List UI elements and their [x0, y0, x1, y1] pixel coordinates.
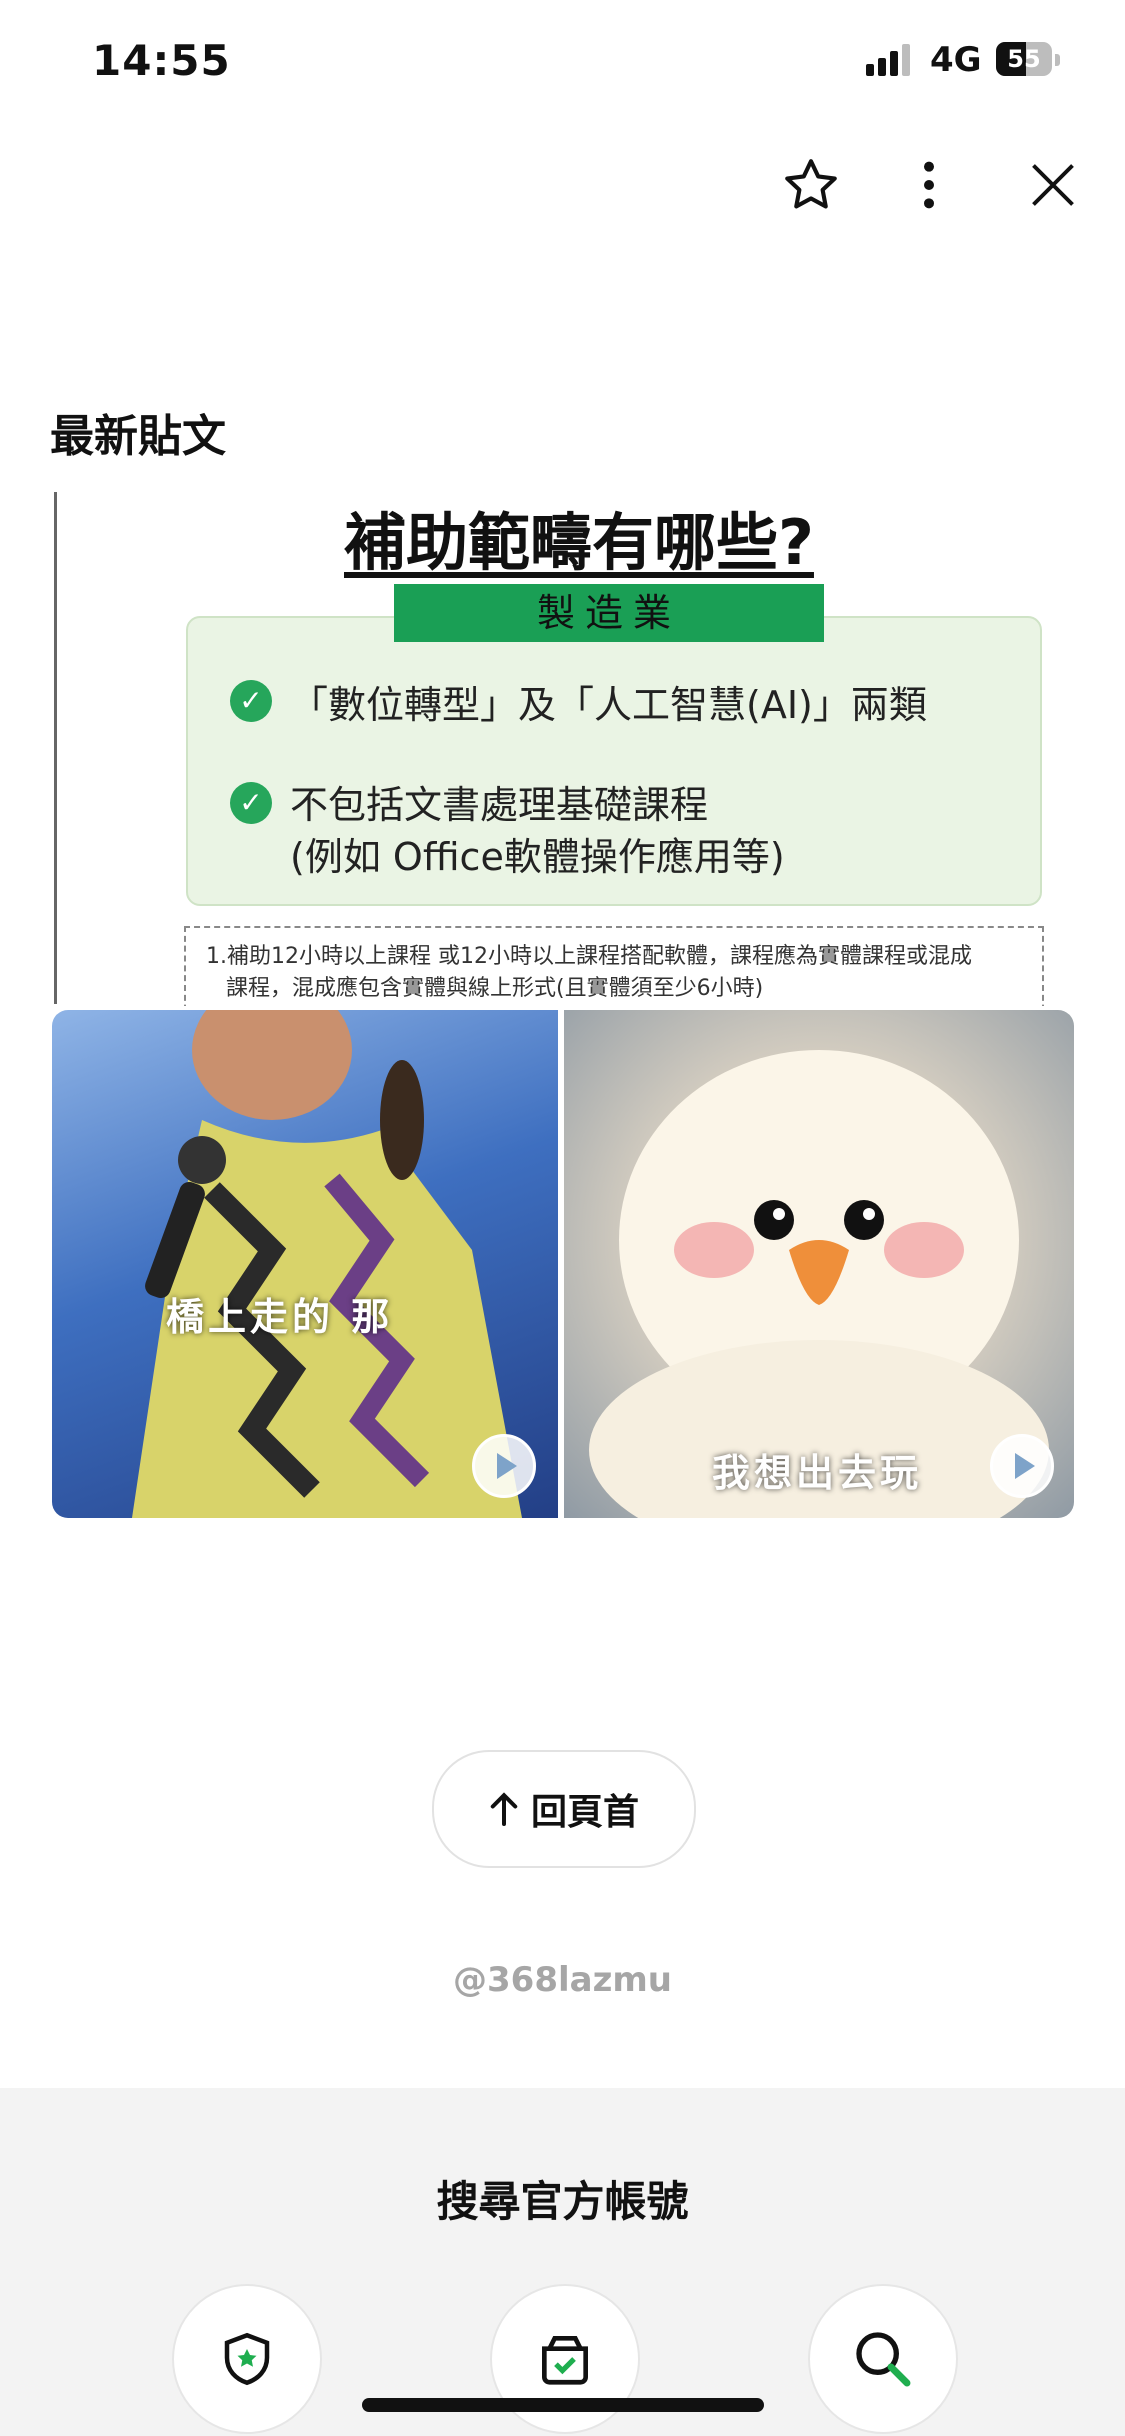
search-icon — [856, 2332, 911, 2387]
star-icon — [785, 159, 837, 209]
account-handle: @368lazmu — [453, 1960, 672, 2000]
post-heading: 補助範疇有哪些? — [344, 506, 814, 579]
play-icon — [990, 1434, 1054, 1498]
post-item-2-line-1: 不包括文書處理基礎課程 — [290, 783, 709, 827]
box-check-icon — [542, 2336, 588, 2385]
video-thumbnail-2[interactable]: 我想出去玩 — [564, 1010, 1074, 1518]
post-item-1: 「數位轉型」及「人工智慧(AI)」兩類 — [290, 683, 927, 727]
close-icon — [1032, 164, 1074, 206]
post-item-2-line-2: (例如 Office軟體操作應用等) — [290, 835, 785, 879]
video-thumbnail-1[interactable]: 橋上走的 那 — [52, 1010, 558, 1518]
divider — [54, 492, 57, 1004]
note-line-1: 1.補助12小時以上課程 或12小時以上課程搭配軟體，課程應為實體課程或混成 — [206, 944, 972, 969]
check-icon: ✓ — [230, 680, 272, 722]
back-to-top-button[interactable]: 回頁首 — [432, 1750, 696, 1868]
search-official-accounts-panel: 搜尋官方帳號 — [0, 2088, 1125, 2436]
section-title: 最新貼文 — [50, 411, 226, 462]
favorite-button[interactable] — [776, 150, 846, 220]
home-indicator[interactable] — [362, 2398, 764, 2412]
battery-level: 55 — [1007, 45, 1041, 73]
video-caption-1: 橋上走的 那 — [166, 1295, 394, 1339]
close-button[interactable] — [1018, 150, 1088, 220]
video-caption-2: 我想出去玩 — [712, 1451, 923, 1495]
shield-star-icon — [224, 2332, 270, 2386]
note-box: 1.補助12小時以上課程 或12小時以上課程搭配軟體，課程應為實體課程或混成 課… — [184, 926, 1044, 1006]
play-icon — [472, 1434, 536, 1498]
signal-icon — [866, 44, 916, 76]
battery-icon: 55 — [996, 40, 1062, 78]
check-icon: ✓ — [230, 782, 272, 824]
more-button[interactable] — [894, 150, 964, 220]
more-vertical-icon — [924, 161, 934, 209]
network-type: 4G — [930, 40, 982, 80]
verified-accounts-button[interactable] — [172, 2284, 322, 2434]
panel-title: 搜尋官方帳號 — [436, 2177, 689, 2226]
status-time: 14:55 — [92, 36, 231, 85]
industry-badge: 製造業 — [394, 584, 824, 642]
latest-post-card[interactable]: 補助範疇有哪些? 製造業 ✓ 「數位轉型」及「人工智慧(AI)」兩類 ✓ 不包括… — [54, 492, 1074, 1006]
note-line-2: 課程，混成應包含實體與線上形式(且實體須至少6小時) — [226, 976, 764, 1001]
arrow-up-icon — [490, 1792, 518, 1826]
back-to-top-label: 回頁首 — [530, 1792, 639, 1833]
search-button[interactable] — [808, 2284, 958, 2434]
video-grid: 橋上走的 那 我想出去玩 — [52, 1010, 1074, 1518]
